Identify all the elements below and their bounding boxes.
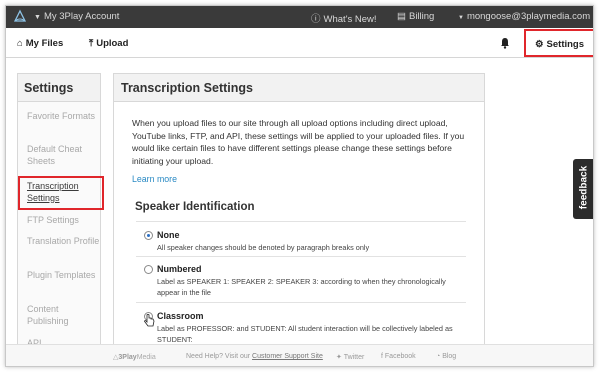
- upload-label: Upload: [96, 38, 129, 49]
- chevron-down-icon: ▼: [34, 14, 41, 21]
- top-bar: ▼ My 3Play Account ⓘ What's New! ▤ Billing …: [6, 6, 593, 28]
- divider: [136, 256, 466, 257]
- sidebar-item-favorite-formats[interactable]: Favorite Formats: [27, 111, 100, 123]
- option-note: Label as SPEAKER 1: SPEAKER 2: SPEAKER 3…: [157, 277, 446, 297]
- user-menu[interactable]: ▼ mongoose@3playmedia.com: [458, 11, 590, 22]
- twitter-link[interactable]: ✦ Twitter: [336, 353, 364, 361]
- brand-part-a: 3Play: [118, 354, 137, 361]
- section-title: Speaker Identification: [135, 201, 255, 213]
- option-note: Label as PROFESSOR: and STUDENT: All stu…: [157, 324, 453, 344]
- settings-sidebar: Settings Favorite Formats Default Cheat …: [17, 73, 101, 353]
- page-title: Transcription Settings: [114, 74, 484, 102]
- billing-icon: ▤: [397, 11, 406, 22]
- footer-help: Need Help? Visit our Customer Support Si…: [186, 353, 323, 360]
- home-icon: ⌂: [17, 38, 23, 49]
- twitter-label: Twitter: [343, 354, 365, 361]
- help-text: Need Help? Visit our: [186, 353, 251, 360]
- rss-icon: ◔: [436, 353, 441, 360]
- billing-label: Billing: [408, 11, 435, 22]
- my-files-nav[interactable]: ⌂ My Files: [17, 38, 63, 49]
- highlight-box: [18, 176, 104, 210]
- nav-bar: ⌂ My Files ⤒ Upload ⚙ Settings: [6, 28, 593, 58]
- brand-part-b: Media: [136, 354, 156, 361]
- sidebar-item-ftp-settings[interactable]: FTP Settings: [27, 215, 100, 227]
- upload-nav[interactable]: ⤒ Upload: [89, 38, 128, 49]
- info-icon: ⓘ: [311, 14, 321, 25]
- sidebar-title: Settings: [18, 74, 100, 102]
- settings-description: When you upload files to our site throug…: [132, 118, 465, 166]
- 3play-logo-icon[interactable]: [12, 9, 28, 25]
- gear-icon: ⚙: [535, 39, 544, 50]
- radio-numbered[interactable]: [144, 265, 153, 274]
- billing-link[interactable]: ▤ Billing: [397, 11, 434, 22]
- customer-support-link[interactable]: Customer Support Site: [252, 353, 323, 360]
- transcription-settings-panel: Transcription Settings When you upload f…: [113, 73, 485, 353]
- sidebar-item-default-cheat-sheets[interactable]: Default Cheat Sheets: [27, 144, 100, 167]
- divider: [136, 221, 466, 222]
- option-title: None: [157, 230, 180, 240]
- chevron-down-icon: ▼: [458, 15, 464, 21]
- divider: [136, 302, 466, 303]
- my-files-label: My Files: [25, 38, 64, 49]
- option-title: Classroom: [157, 311, 204, 321]
- blog-label: Blog: [442, 353, 457, 360]
- whats-new-label: What's New!: [323, 14, 377, 25]
- facebook-label: Facebook: [384, 353, 416, 360]
- option-title: Numbered: [157, 264, 202, 274]
- footer: △3PlayMedia Need Help? Visit our Custome…: [6, 344, 593, 366]
- user-email: mongoose@3playmedia.com: [466, 11, 591, 22]
- sidebar-item-content-publishing[interactable]: Content Publishing: [27, 304, 100, 327]
- sidebar-item-plugin-templates[interactable]: Plugin Templates: [27, 270, 100, 282]
- option-note: All speaker changes should be denoted by…: [157, 243, 370, 252]
- settings-label: Settings: [546, 39, 585, 50]
- account-menu[interactable]: ▼ My 3Play Account: [34, 11, 119, 22]
- feedback-label: feedback: [578, 165, 590, 210]
- bell-icon[interactable]: [500, 37, 510, 49]
- learn-more-link[interactable]: Learn more: [132, 174, 177, 184]
- facebook-icon: f: [381, 353, 383, 360]
- facebook-link[interactable]: f Facebook: [381, 353, 416, 360]
- blog-link[interactable]: ◔ Blog: [436, 353, 456, 360]
- feedback-tab[interactable]: feedback: [573, 159, 593, 219]
- upload-icon: ⤒: [89, 38, 94, 49]
- hand-cursor-icon: [144, 314, 155, 327]
- radio-none[interactable]: [144, 231, 153, 240]
- account-label: My 3Play Account: [43, 11, 120, 22]
- app-window: ▼ My 3Play Account ⓘ What's New! ▤ Billing …: [5, 5, 594, 367]
- twitter-icon: ✦: [336, 354, 342, 361]
- sidebar-item-translation-profile[interactable]: Translation Profile: [27, 236, 100, 248]
- whats-new-link[interactable]: ⓘ What's New!: [311, 11, 377, 25]
- footer-logo[interactable]: △3PlayMedia: [113, 353, 156, 361]
- settings-nav[interactable]: ⚙ Settings: [524, 29, 593, 57]
